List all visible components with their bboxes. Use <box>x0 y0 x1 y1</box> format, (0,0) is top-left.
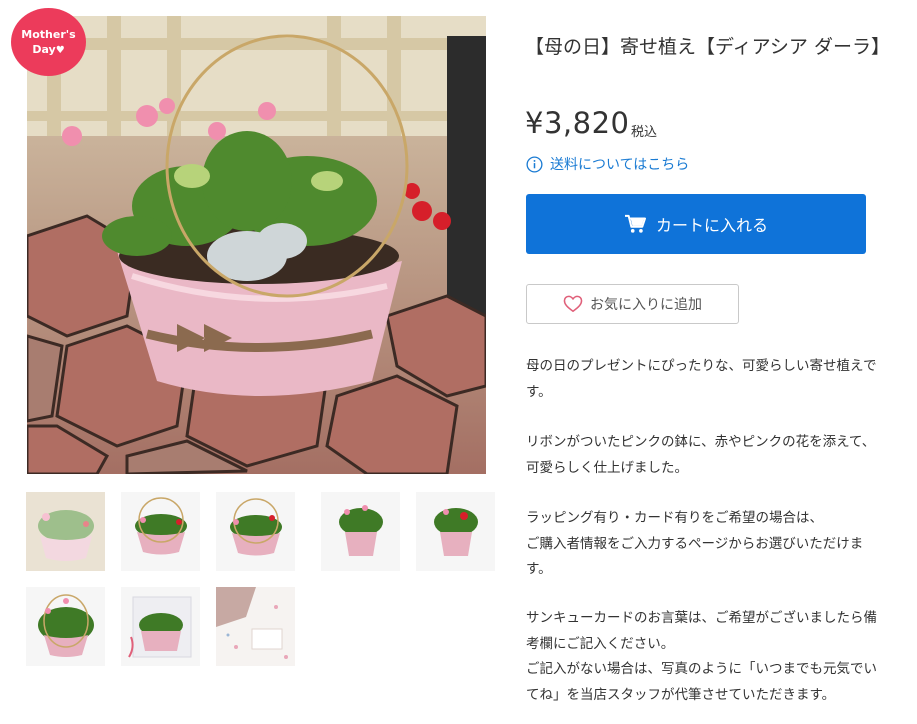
description-line: す。 <box>526 383 552 400</box>
tax-label: 税込 <box>631 125 658 140</box>
add-to-cart-label: カートに入れる <box>655 216 768 235</box>
add-to-favorites-label: お気に入りに追加 <box>590 297 702 313</box>
description-line: 母の日のプレゼントにぴったりな、可愛らしい寄せ植えで <box>526 358 877 374</box>
thumbnail-7[interactable] <box>121 587 200 666</box>
description-line: ご記入がない場合は、写真のように「いつまでも元気でい <box>526 661 877 677</box>
cart-icon <box>624 214 646 233</box>
description-line: てね」を当店スタッフが代筆させていただきます。 <box>526 686 836 703</box>
thumbnail-8[interactable] <box>216 587 295 666</box>
badge-line2: Day <box>32 43 56 56</box>
thumbnail-8-image <box>216 587 295 666</box>
badge-heart-icon: ♥ <box>55 45 65 56</box>
thumbnail-3-image <box>216 492 295 571</box>
product-price: ¥3,820 <box>525 106 630 140</box>
description-line: ラッピング有り・カード有りをご希望の場合は、 <box>526 510 823 526</box>
badge-line2-wrap: Day♥ <box>11 42 86 58</box>
description-line: ご購入者情報をご入力するページからお選びいただけま <box>526 535 864 552</box>
description-paragraph-4: サンキューカードのお言葉は、ご希望がございましたら備 考欄にご記入ください。 ご… <box>526 606 906 708</box>
thumbnail-4-image <box>321 492 400 571</box>
thumbnail-5-image <box>416 492 495 571</box>
shipping-info-link[interactable]: 送料についてはこちら <box>526 154 689 174</box>
thumbnail-4[interactable] <box>321 492 400 571</box>
product-title: 【母の日】寄せ植え【ディアシア ダーラ】 <box>525 36 890 58</box>
description-paragraph-3: ラッピング有り・カード有りをご希望の場合は、 ご購入者情報をご入力するページから… <box>526 506 906 583</box>
heart-outline-icon <box>563 295 583 313</box>
mothers-day-badge: Mother's Day♥ <box>11 8 86 76</box>
thumbnail-1-image <box>26 492 105 571</box>
thumbnail-1[interactable] <box>26 492 105 571</box>
description-paragraph-1: 母の日のプレゼントにぴったりな、可愛らしい寄せ植えで す。 <box>526 354 906 405</box>
main-product-image[interactable] <box>27 16 486 474</box>
description-paragraph-2: リボンがついたピンクの鉢に、赤やピンクの花を添えて、 可愛らしく仕上げました。 <box>526 430 906 481</box>
description-line: す。 <box>526 561 552 577</box>
thumbnail-2[interactable] <box>121 492 200 571</box>
description-line: 考欄にご記入ください。 <box>526 635 675 652</box>
product-photo-illustration <box>27 16 486 474</box>
description-line: サンキューカードのお言葉は、ご希望がございましたら備 <box>526 610 877 626</box>
add-to-favorites-button[interactable]: お気に入りに追加 <box>526 284 739 324</box>
thumbnail-7-image <box>121 587 200 666</box>
description-line: 可愛らしく仕上げました。 <box>526 459 688 476</box>
thumbnail-6-image <box>26 587 105 666</box>
thumbnail-3[interactable] <box>216 492 295 571</box>
shipping-link-text: 送料についてはこちら <box>550 157 690 173</box>
description-line: リボンがついたピンクの鉢に、赤やピンクの花を添えて、 <box>526 434 876 450</box>
info-circle-icon <box>526 155 543 173</box>
add-to-cart-button[interactable]: カートに入れる <box>526 194 866 254</box>
thumbnail-5[interactable] <box>416 492 495 571</box>
badge-line1: Mother's <box>21 28 76 41</box>
thumbnail-6[interactable] <box>26 587 105 666</box>
thumbnail-2-image <box>121 492 200 571</box>
